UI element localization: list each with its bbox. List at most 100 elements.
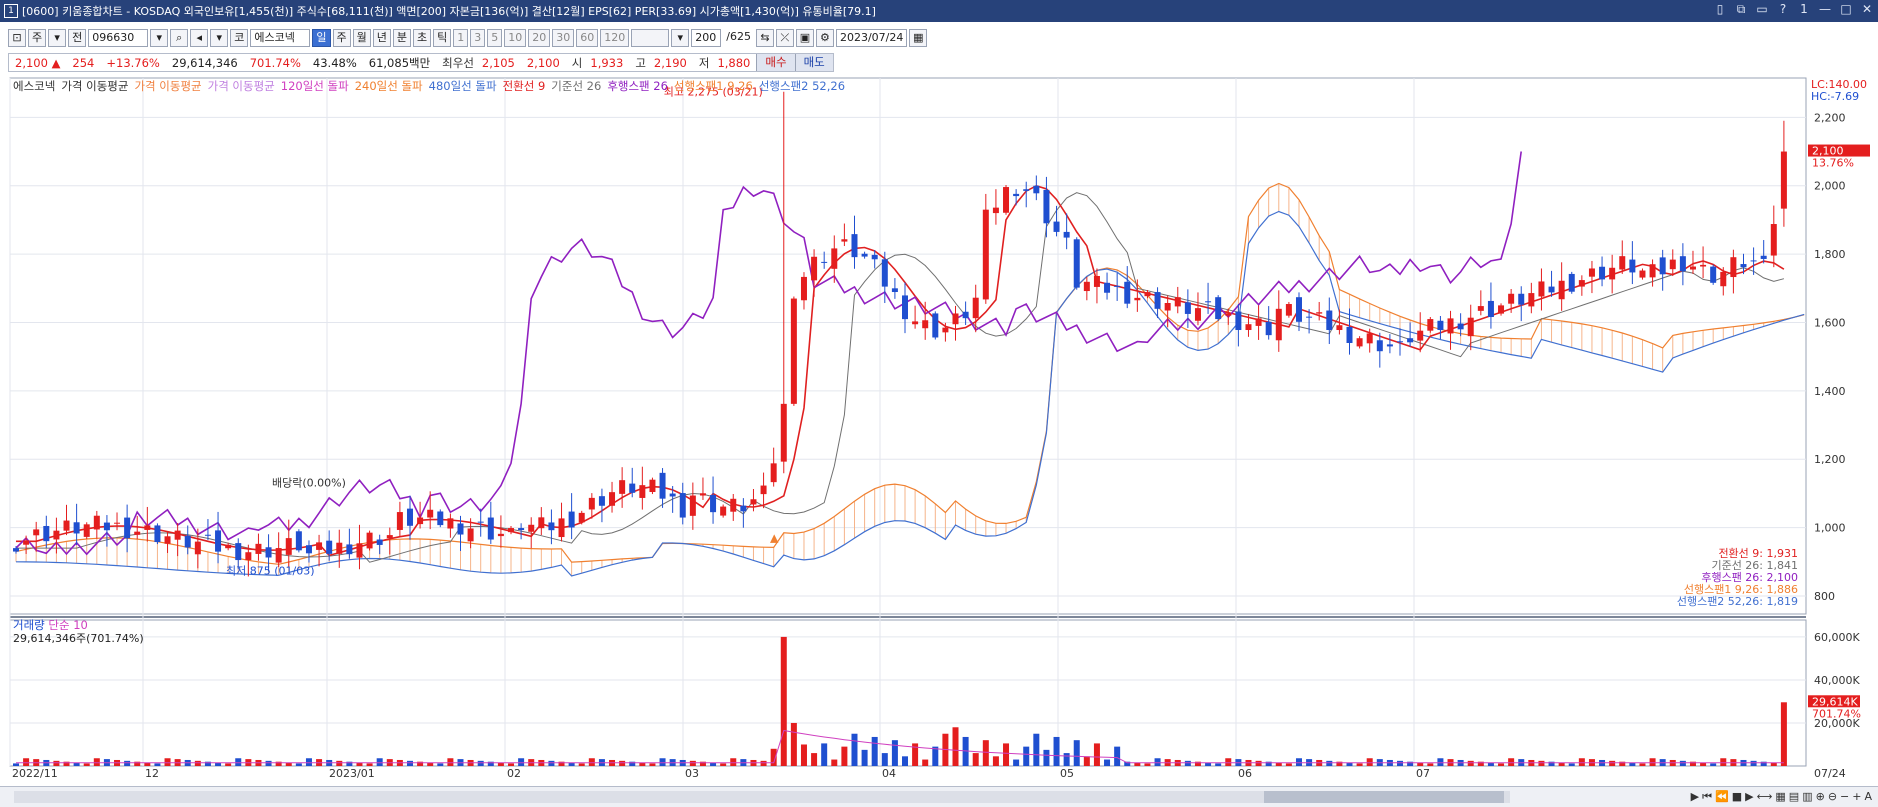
chevron-down-icon[interactable]: ▾: [210, 29, 229, 47]
chevron-down-icon[interactable]: ▾: [150, 29, 169, 47]
period-second[interactable]: 초: [413, 29, 432, 47]
low-annotation: 최저 875 (01/03): [226, 564, 315, 577]
cross-icon[interactable]: ⤫: [775, 29, 794, 47]
scroll-thumb[interactable]: [1264, 791, 1504, 803]
maximize-icon[interactable]: □: [1839, 2, 1853, 17]
legend-item[interactable]: 480일선 돌파: [429, 78, 497, 94]
window-control-icon[interactable]: ⧉: [1734, 2, 1748, 17]
candle-body: [1023, 189, 1030, 191]
play-icon[interactable]: ▶: [1691, 790, 1699, 804]
interval-5[interactable]: 5: [487, 29, 503, 47]
period-week[interactable]: 주: [332, 29, 351, 47]
legend-item[interactable]: 전환선 9: [503, 78, 546, 94]
help-icon[interactable]: ?: [1776, 2, 1790, 17]
stock-chart[interactable]: 2,200 2,000 1,800 1,600 1,400 1,200 1,000 800 20…: [0, 74, 1878, 786]
interval-3[interactable]: 3: [470, 29, 486, 47]
forward-icon[interactable]: ▶: [1745, 790, 1753, 804]
volume-bar: [1295, 758, 1302, 766]
volume-bar: [871, 736, 878, 766]
interval-custom-input[interactable]: [631, 29, 670, 47]
period-minute[interactable]: 분: [392, 29, 411, 47]
window-control-icon[interactable]: ▭: [1755, 2, 1769, 17]
rewind-icon[interactable]: ⏮: [1702, 790, 1712, 804]
window-icon[interactable]: 1: [4, 4, 18, 18]
candle-body: [23, 540, 30, 545]
gear-icon[interactable]: ⚙: [815, 29, 834, 47]
stock-name-prefix[interactable]: 코: [230, 29, 249, 47]
sound-icon[interactable]: ◂: [190, 29, 209, 47]
layout-icon[interactable]: ▤: [1789, 790, 1799, 804]
interval-30[interactable]: 30: [552, 29, 575, 47]
candle-body: [568, 511, 575, 528]
minus-icon[interactable]: −: [1840, 790, 1849, 804]
buy-button[interactable]: 매수: [756, 54, 795, 71]
candle-body: [215, 530, 222, 552]
layout-icon[interactable]: ▥: [1802, 790, 1812, 804]
layout-icon[interactable]: ▦: [1775, 790, 1785, 804]
zoom-ruler-icon[interactable]: ⟷: [1757, 790, 1773, 804]
legend-item[interactable]: 기준선 26: [551, 78, 601, 94]
interval-120[interactable]: 120: [600, 29, 630, 47]
volume-bar: [891, 740, 898, 766]
sync-icon[interactable]: ⇆: [755, 29, 774, 47]
y-tick-label: 1,400: [1814, 385, 1846, 398]
chevron-down-icon[interactable]: ▾: [671, 29, 690, 47]
window-control-icon[interactable]: ▯: [1713, 2, 1727, 17]
plus-icon[interactable]: +: [1852, 790, 1861, 804]
legend-item[interactable]: 가격 이동평균: [208, 78, 275, 94]
chart-settings-icon[interactable]: ⊡: [8, 29, 26, 47]
interval-1[interactable]: 1: [453, 29, 469, 47]
date-input[interactable]: 2023/07/24: [835, 29, 908, 47]
market-selector[interactable]: 주: [28, 29, 47, 47]
period-month[interactable]: 월: [352, 29, 371, 47]
high-label: 고: [635, 55, 646, 70]
candle-body: [336, 542, 343, 554]
zoom-out-icon[interactable]: ⊖: [1828, 790, 1837, 804]
minimize-icon[interactable]: —: [1818, 2, 1832, 17]
interval-10[interactable]: 10: [504, 29, 527, 47]
stock-code-input[interactable]: 096630: [88, 29, 149, 47]
sell-button[interactable]: 매도: [794, 54, 833, 71]
volume-bar: [1063, 753, 1070, 766]
interval-60[interactable]: 60: [576, 29, 599, 47]
search-icon[interactable]: ⌕: [170, 29, 189, 47]
candle-body: [1073, 239, 1080, 288]
close-icon[interactable]: ✕: [1860, 2, 1874, 17]
display-count-input[interactable]: 200: [691, 29, 722, 47]
stop-icon[interactable]: ■: [1732, 790, 1742, 804]
window-number-icon[interactable]: 1: [1797, 2, 1811, 17]
back-icon[interactable]: ⏪: [1715, 790, 1729, 804]
candle-body: [356, 543, 363, 558]
period-day[interactable]: 일: [312, 29, 331, 47]
scroll-track[interactable]: [14, 791, 1510, 803]
font-size-icon[interactable]: A: [1864, 790, 1872, 804]
volume-value: 29,614,346: [171, 55, 238, 70]
volume-pct-tag: 701.74%: [1812, 707, 1861, 720]
legend-item[interactable]: 가격 이동평균: [61, 78, 128, 94]
candle-body: [851, 234, 858, 258]
candle-body: [1407, 338, 1414, 343]
chart-scrollbar[interactable]: ▶ ⏮ ⏪ ■ ▶ ⟷ ▦ ▤ ▥ ⊕ ⊖ − + A: [0, 786, 1878, 807]
period-tick[interactable]: 틱: [433, 29, 452, 47]
stock-name-field[interactable]: 에스코넥: [250, 29, 311, 47]
legend-item[interactable]: 선행스팬2 52,26: [759, 78, 845, 94]
legend-item[interactable]: 후행스팬 26: [607, 78, 668, 94]
candle-body: [1245, 324, 1252, 331]
save-icon[interactable]: ▣: [795, 29, 814, 47]
chevron-down-icon[interactable]: ▾: [48, 29, 67, 47]
period-year[interactable]: 년: [372, 29, 391, 47]
legend-item[interactable]: 가격 이동평균: [134, 78, 201, 94]
legend-item[interactable]: 에스코넥: [13, 78, 55, 94]
legend-item[interactable]: 240일선 돌파: [355, 78, 423, 94]
scope-selector[interactable]: 전: [68, 29, 87, 47]
candle-body: [1710, 266, 1717, 283]
trade-amount: 61,085백만: [368, 55, 431, 70]
legend-item[interactable]: 선행스팬1 9,26: [674, 78, 753, 94]
volume-bar: [1679, 760, 1686, 766]
interval-20[interactable]: 20: [528, 29, 551, 47]
candle-body: [487, 517, 494, 540]
legend-item[interactable]: 120일선 돌파: [281, 78, 349, 94]
calendar-icon[interactable]: ▦: [909, 29, 928, 47]
zoom-in-icon[interactable]: ⊕: [1816, 790, 1825, 804]
current-price: 2,100 ▲: [15, 55, 61, 70]
